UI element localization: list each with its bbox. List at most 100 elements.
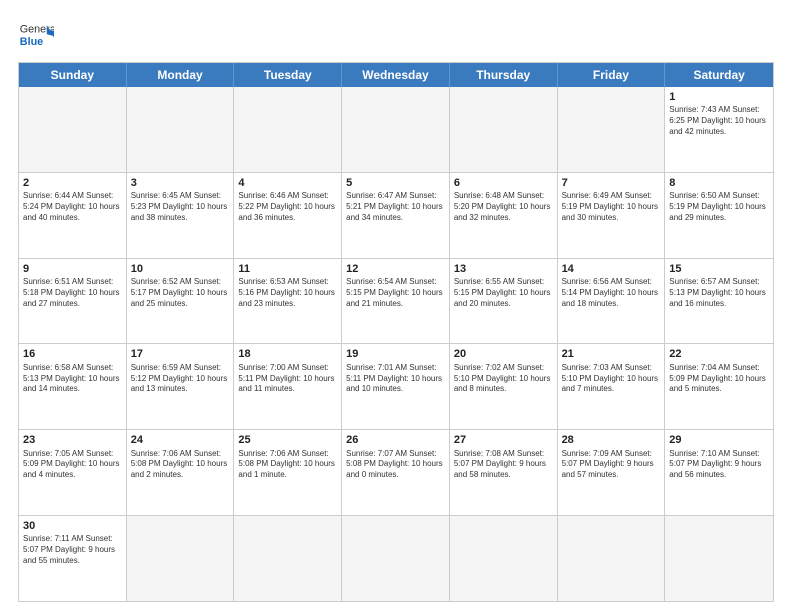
day-number: 30 <box>23 519 122 533</box>
day-number: 27 <box>454 433 553 447</box>
empty-cell <box>558 516 666 601</box>
day-cell-3: 3Sunrise: 6:45 AM Sunset: 5:23 PM Daylig… <box>127 173 235 258</box>
calendar-body: 1Sunrise: 7:43 AM Sunset: 6:25 PM Daylig… <box>19 87 773 601</box>
day-number: 11 <box>238 262 337 276</box>
day-cell-16: 16 Sunrise: 6:58 AM Sunset: 5:13 PM Dayli… <box>19 344 127 429</box>
calendar-row-2: 9Sunrise: 6:51 AM Sunset: 5:18 PM Daylig… <box>19 259 773 345</box>
empty-cell <box>127 516 235 601</box>
day-cell-22: 22Sunrise: 7:04 AM Sunset: 5:09 PM Dayli… <box>665 344 773 429</box>
calendar-page: General Blue SundayMondayTuesdayWednesda… <box>0 0 792 612</box>
empty-cell <box>342 87 450 172</box>
day-cell-5: 5Sunrise: 6:47 AM Sunset: 5:21 PM Daylig… <box>342 173 450 258</box>
day-cell-13: 13Sunrise: 6:55 AM Sunset: 5:15 PM Dayli… <box>450 259 558 344</box>
day-cell-26: 26Sunrise: 7:07 AM Sunset: 5:08 PM Dayli… <box>342 430 450 515</box>
empty-cell <box>665 516 773 601</box>
day-info: Sunrise: 7:04 AM Sunset: 5:09 PM Dayligh… <box>669 363 769 395</box>
day-info: Sunrise: 7:01 AM Sunset: 5:11 PM Dayligh… <box>346 363 445 395</box>
empty-cell <box>19 87 127 172</box>
day-number: 19 <box>346 347 445 361</box>
day-info: Sunrise: 6:59 AM Sunset: 5:12 PM Dayligh… <box>131 363 230 395</box>
day-number: 7 <box>562 176 661 190</box>
day-cell-24: 24 Sunrise: 7:06 AM Sunset: 5:08 PM Dayli… <box>127 430 235 515</box>
day-info: Sunrise: 7:09 AM Sunset: 5:07 PM Dayligh… <box>562 449 661 481</box>
day-number: 14 <box>562 262 661 276</box>
day-info: Sunrise: 6:57 AM Sunset: 5:13 PM Dayligh… <box>669 277 769 309</box>
day-cell-2: 2Sunrise: 6:44 AM Sunset: 5:24 PM Daylig… <box>19 173 127 258</box>
day-info: Sunrise: 6:55 AM Sunset: 5:15 PM Dayligh… <box>454 277 553 309</box>
day-info: Sunrise: 7:10 AM Sunset: 5:07 PM Dayligh… <box>669 449 769 481</box>
day-number: 29 <box>669 433 769 447</box>
day-number: 12 <box>346 262 445 276</box>
day-info: Sunrise: 6:50 AM Sunset: 5:19 PM Dayligh… <box>669 191 769 223</box>
day-cell-9: 9Sunrise: 6:51 AM Sunset: 5:18 PM Daylig… <box>19 259 127 344</box>
day-info: Sunrise: 7:06 AM Sunset: 5:08 PM Dayligh… <box>131 449 230 481</box>
day-info: Sunrise: 6:47 AM Sunset: 5:21 PM Dayligh… <box>346 191 445 223</box>
day-number: 17 <box>131 347 230 361</box>
day-info: Sunrise: 7:08 AM Sunset: 5:07 PM Dayligh… <box>454 449 553 481</box>
day-info: Sunrise: 6:52 AM Sunset: 5:17 PM Dayligh… <box>131 277 230 309</box>
weekday-header-friday: Friday <box>558 63 666 87</box>
day-info: Sunrise: 6:58 AM Sunset: 5:13 PM Dayligh… <box>23 363 122 395</box>
day-cell-15: 15Sunrise: 6:57 AM Sunset: 5:13 PM Dayli… <box>665 259 773 344</box>
day-cell-27: 27 Sunrise: 7:08 AM Sunset: 5:07 PM Dayli… <box>450 430 558 515</box>
weekday-header-saturday: Saturday <box>665 63 773 87</box>
day-number: 24 <box>131 433 230 447</box>
empty-cell <box>234 516 342 601</box>
day-number: 23 <box>23 433 122 447</box>
day-info: Sunrise: 7:05 AM Sunset: 5:09 PM Dayligh… <box>23 449 122 481</box>
day-number: 21 <box>562 347 661 361</box>
day-info: Sunrise: 7:07 AM Sunset: 5:08 PM Dayligh… <box>346 449 445 481</box>
calendar: SundayMondayTuesdayWednesdayThursdayFrid… <box>18 62 774 602</box>
logo: General Blue <box>18 18 54 54</box>
day-cell-21: 21 Sunrise: 7:03 AM Sunset: 5:10 PM Dayli… <box>558 344 666 429</box>
generalblue-logo-icon: General Blue <box>18 18 54 54</box>
day-info: Sunrise: 7:43 AM Sunset: 6:25 PM Dayligh… <box>669 105 769 137</box>
day-info: Sunrise: 6:51 AM Sunset: 5:18 PM Dayligh… <box>23 277 122 309</box>
day-info: Sunrise: 7:02 AM Sunset: 5:10 PM Dayligh… <box>454 363 553 395</box>
day-cell-10: 10Sunrise: 6:52 AM Sunset: 5:17 PM Dayli… <box>127 259 235 344</box>
day-cell-19: 19 Sunrise: 7:01 AM Sunset: 5:11 PM Dayli… <box>342 344 450 429</box>
header: General Blue <box>18 18 774 54</box>
day-cell-17: 17 Sunrise: 6:59 AM Sunset: 5:12 PM Dayli… <box>127 344 235 429</box>
day-info: Sunrise: 7:11 AM Sunset: 5:07 PM Dayligh… <box>23 534 122 566</box>
empty-cell <box>127 87 235 172</box>
weekday-header-monday: Monday <box>127 63 235 87</box>
day-number: 3 <box>131 176 230 190</box>
day-cell-7: 7Sunrise: 6:49 AM Sunset: 5:19 PM Daylig… <box>558 173 666 258</box>
day-number: 18 <box>238 347 337 361</box>
day-info: Sunrise: 6:56 AM Sunset: 5:14 PM Dayligh… <box>562 277 661 309</box>
empty-cell <box>450 516 558 601</box>
empty-cell <box>342 516 450 601</box>
day-cell-4: 4Sunrise: 6:46 AM Sunset: 5:22 PM Daylig… <box>234 173 342 258</box>
day-cell-28: 28Sunrise: 7:09 AM Sunset: 5:07 PM Dayli… <box>558 430 666 515</box>
calendar-row-3: 16 Sunrise: 6:58 AM Sunset: 5:13 PM Dayli… <box>19 344 773 430</box>
day-info: Sunrise: 6:49 AM Sunset: 5:19 PM Dayligh… <box>562 191 661 223</box>
day-number: 25 <box>238 433 337 447</box>
day-info: Sunrise: 7:03 AM Sunset: 5:10 PM Dayligh… <box>562 363 661 395</box>
day-info: Sunrise: 6:46 AM Sunset: 5:22 PM Dayligh… <box>238 191 337 223</box>
day-cell-6: 6Sunrise: 6:48 AM Sunset: 5:20 PM Daylig… <box>450 173 558 258</box>
empty-cell <box>558 87 666 172</box>
day-number: 16 <box>23 347 122 361</box>
weekday-header-thursday: Thursday <box>450 63 558 87</box>
day-cell-29: 29 Sunrise: 7:10 AM Sunset: 5:07 PM Dayli… <box>665 430 773 515</box>
day-number: 10 <box>131 262 230 276</box>
day-cell-14: 14Sunrise: 6:56 AM Sunset: 5:14 PM Dayli… <box>558 259 666 344</box>
day-number: 5 <box>346 176 445 190</box>
day-cell-12: 12Sunrise: 6:54 AM Sunset: 5:15 PM Dayli… <box>342 259 450 344</box>
calendar-row-5: 30Sunrise: 7:11 AM Sunset: 5:07 PM Dayli… <box>19 516 773 601</box>
day-number: 4 <box>238 176 337 190</box>
day-cell-8: 8Sunrise: 6:50 AM Sunset: 5:19 PM Daylig… <box>665 173 773 258</box>
weekday-header-tuesday: Tuesday <box>234 63 342 87</box>
weekday-header-wednesday: Wednesday <box>342 63 450 87</box>
day-number: 1 <box>669 90 769 104</box>
day-number: 8 <box>669 176 769 190</box>
day-number: 13 <box>454 262 553 276</box>
calendar-row-1: 2Sunrise: 6:44 AM Sunset: 5:24 PM Daylig… <box>19 173 773 259</box>
day-cell-20: 20Sunrise: 7:02 AM Sunset: 5:10 PM Dayli… <box>450 344 558 429</box>
day-cell-25: 25Sunrise: 7:06 AM Sunset: 5:08 PM Dayli… <box>234 430 342 515</box>
day-number: 9 <box>23 262 122 276</box>
empty-cell <box>450 87 558 172</box>
day-cell-11: 11Sunrise: 6:53 AM Sunset: 5:16 PM Dayli… <box>234 259 342 344</box>
calendar-row-4: 23 Sunrise: 7:05 AM Sunset: 5:09 PM Dayli… <box>19 430 773 516</box>
